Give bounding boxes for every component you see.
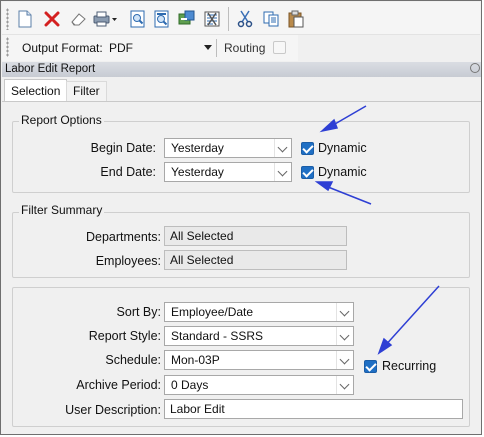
annotation-arrowhead	[314, 181, 334, 192]
annotation-arrow-recurring	[382, 285, 440, 349]
annotation-arrow-end	[322, 184, 372, 205]
report-window: Output Format: PDF Routing Labor Edit Re…	[0, 0, 482, 435]
annotation-arrowhead	[319, 118, 339, 133]
annotation-arrows	[314, 105, 440, 355]
